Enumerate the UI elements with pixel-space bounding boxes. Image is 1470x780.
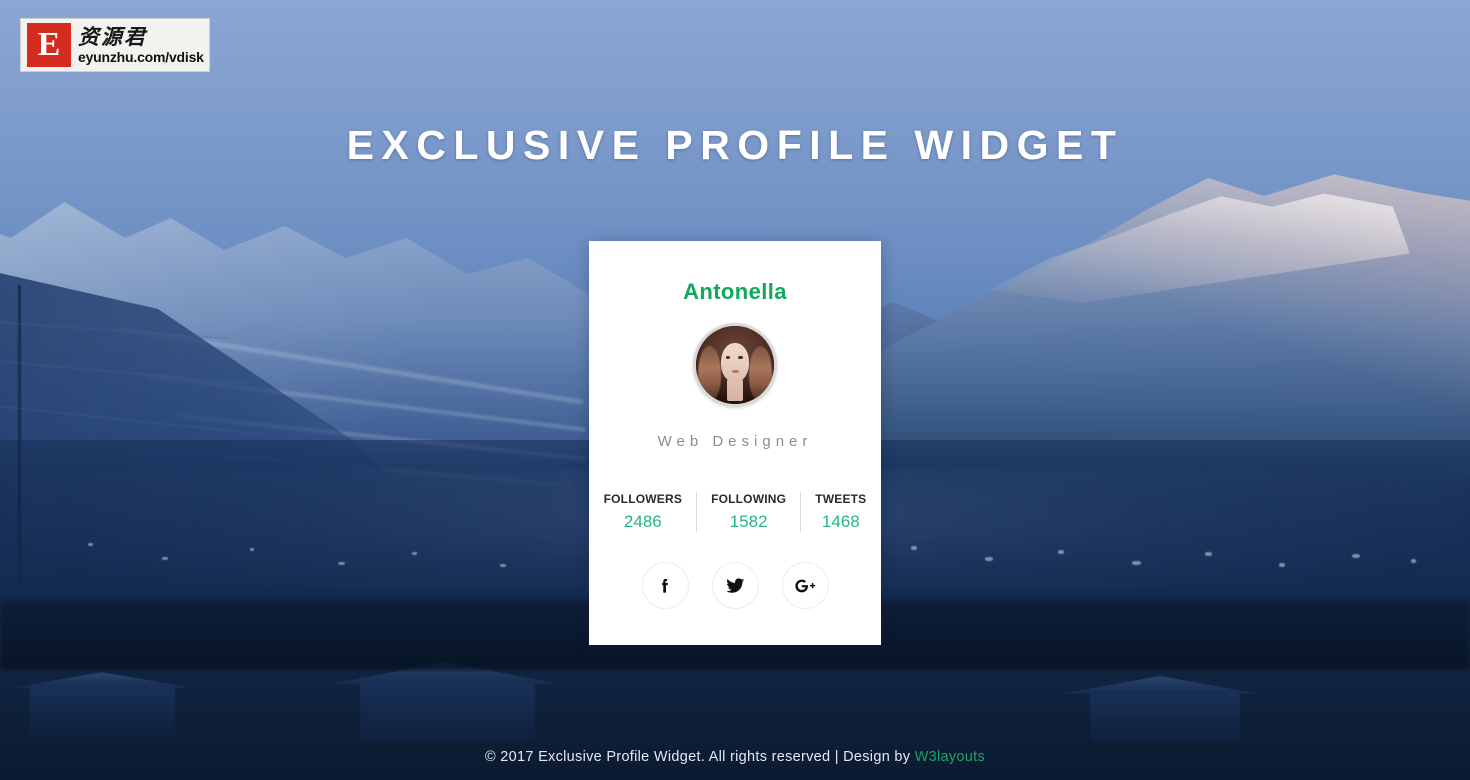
power-pylon xyxy=(18,285,21,585)
watermark-badge-icon: E xyxy=(27,23,71,67)
avatar-face xyxy=(720,343,750,383)
avatar-hair-right xyxy=(749,346,773,401)
google-plus-icon xyxy=(795,579,816,592)
chalet-building xyxy=(1090,693,1240,743)
footer-text: © 2017 Exclusive Profile Widget. All rig… xyxy=(484,749,915,765)
stat-following: FOLLOWING 1582 xyxy=(696,492,800,532)
stat-followers-value: 2486 xyxy=(623,512,662,531)
profile-stats: FOLLOWERS 2486 FOLLOWING 1582 TWEETS 146… xyxy=(590,492,881,532)
chalet-building xyxy=(360,683,535,743)
avatar-hair-left xyxy=(697,346,721,401)
twitter-icon xyxy=(725,578,744,593)
stat-tweets-value: 1468 xyxy=(821,512,860,531)
facebook-button[interactable] xyxy=(641,562,689,609)
watermark-url: eyunzhu.com/vdisk xyxy=(78,48,204,65)
stat-followers: FOLLOWERS 2486 xyxy=(590,492,696,532)
watermark-chinese-text: 资源君 xyxy=(78,24,147,49)
stat-tweets-label: TWEETS xyxy=(815,492,867,506)
twitter-button[interactable] xyxy=(711,562,759,609)
social-links xyxy=(641,562,829,609)
facebook-icon xyxy=(662,578,668,593)
chalet-building xyxy=(30,686,175,738)
stat-following-label: FOLLOWING xyxy=(711,492,787,506)
google-plus-button[interactable] xyxy=(781,562,829,609)
watermark-logo: E 资源君 eyunzhu.com/vdisk xyxy=(20,18,210,72)
watermark-text: 资源君 eyunzhu.com/vdisk xyxy=(71,24,204,65)
page-background: E 资源君 eyunzhu.com/vdisk EXCLUSIVE PROFIL… xyxy=(0,0,1470,780)
profile-name: Antonella xyxy=(683,279,787,304)
avatar xyxy=(693,323,777,407)
stat-following-value: 1582 xyxy=(729,512,768,531)
watermark-badge-letter: E xyxy=(37,26,61,63)
page-title: EXCLUSIVE PROFILE WIDGET xyxy=(346,122,1124,168)
profile-role: Web Designer xyxy=(657,433,813,450)
profile-card: Antonella Web Designer FOLLOWERS 2486 FO… xyxy=(589,241,881,645)
stat-tweets: TWEETS 1468 xyxy=(800,492,880,532)
footer: © 2017 Exclusive Profile Widget. All rig… xyxy=(0,749,1470,765)
stat-followers-label: FOLLOWERS xyxy=(603,492,683,506)
avatar-lips xyxy=(731,370,739,373)
footer-link-w3layouts[interactable]: W3layouts xyxy=(915,749,985,765)
